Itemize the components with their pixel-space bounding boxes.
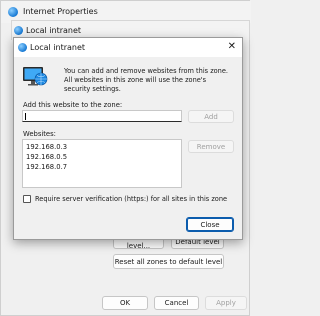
local-intranet-dialog: Local intranet ✕ You can add and remove … — [13, 37, 243, 240]
list-item[interactable]: 192.168.0.3 — [26, 143, 67, 151]
remove-button[interactable]: Remove — [188, 140, 234, 153]
list-item[interactable]: 192.168.0.5 — [26, 153, 67, 161]
zone-description: You can add and remove websites from thi… — [64, 67, 229, 93]
websites-label: Websites: — [23, 130, 56, 138]
apply-button[interactable]: Apply — [205, 296, 247, 310]
ghost-window-title: Local intranet — [26, 26, 82, 35]
monitor-globe-icon — [23, 67, 48, 86]
monitor-globe-icon — [18, 43, 27, 52]
text-caret — [25, 113, 26, 120]
cancel-button[interactable]: Cancel — [154, 296, 199, 310]
add-website-label: Add this website to the zone: — [23, 101, 123, 109]
ok-button[interactable]: OK — [102, 296, 148, 310]
dialog-titlebar[interactable]: Local intranet ✕ — [14, 38, 242, 57]
internet-globe-icon — [8, 7, 18, 17]
require-https-checkbox[interactable] — [23, 195, 31, 203]
reset-all-zones-button[interactable]: Reset all zones to default level — [113, 254, 224, 269]
window-title: Internet Properties — [23, 7, 98, 16]
list-item[interactable]: 192.168.0.7 — [26, 163, 67, 171]
add-website-input[interactable] — [22, 110, 182, 122]
websites-list[interactable]: 192.168.0.3 192.168.0.5 192.168.0.7 — [22, 139, 182, 188]
monitor-globe-icon — [14, 26, 23, 35]
close-icon[interactable]: ✕ — [228, 41, 236, 53]
add-button[interactable]: Add — [188, 110, 234, 123]
require-https-label[interactable]: Require server verification (https:) for… — [35, 195, 227, 203]
close-button[interactable]: Close — [186, 217, 234, 232]
dialog-title: Local intranet — [30, 43, 86, 52]
